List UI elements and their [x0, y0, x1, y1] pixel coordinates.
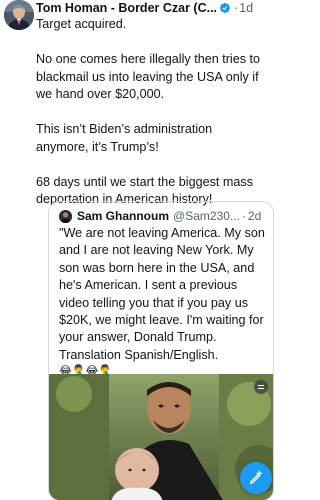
- quoted-author-avatar[interactable]: [59, 209, 72, 223]
- quoted-tweet[interactable]: Sam Ghannoum @Sam230... · 2d "We are not…: [48, 201, 274, 500]
- tweet-line-gap: [36, 34, 276, 52]
- quoted-tweet-header: Sam Ghannoum @Sam230... · 2d: [59, 208, 273, 224]
- tweet-line: anymore, it’s Trump’s!: [36, 139, 159, 154]
- tweet-timestamp[interactable]: 1d: [239, 0, 253, 16]
- quoted-line: video telling you that if you pay us: [59, 295, 249, 310]
- author-name[interactable]: Tom Homan - Border Czar (C...: [36, 0, 217, 16]
- quoted-line: "We are not leaving America. My son: [59, 226, 265, 240]
- quoted-line: he's American. I sent a previous: [59, 278, 238, 293]
- tweet-line: 68 days until we start the biggest mass: [36, 174, 254, 189]
- header-separator: ·: [234, 1, 239, 15]
- quoted-line: son was born here in the USA, and: [59, 260, 255, 275]
- tweet-line: blackmail us into leaving the USA only i…: [36, 69, 259, 84]
- tweet-text: Target acquired. No one comes here illeg…: [36, 16, 276, 209]
- profile-photo-icon: [4, 0, 34, 30]
- quoted-line: $20K, we might leave. I'm waiting for: [59, 313, 264, 328]
- tweet-line: Target acquired.: [36, 17, 127, 31]
- quoted-timestamp[interactable]: 2d: [248, 208, 261, 224]
- quoted-profile-photo-icon: [59, 209, 72, 223]
- tweet[interactable]: Tom Homan - Border Czar (C... · 1d Targe…: [0, 0, 279, 500]
- tweet-line-gap: [36, 156, 276, 174]
- compose-button[interactable]: [240, 462, 272, 494]
- more-options-icon[interactable]: [254, 380, 268, 394]
- tweet-line: This isn’t Biden’s administration: [36, 122, 213, 136]
- author-avatar[interactable]: [4, 0, 34, 30]
- quoted-tweet-text: "We are not leaving America. My son and …: [59, 225, 273, 378]
- quoted-author-handle[interactable]: @Sam230...: [173, 208, 240, 224]
- quoted-author-name[interactable]: Sam Ghannoum: [77, 208, 169, 224]
- quoted-line: Translation Spanish/English.: [59, 347, 219, 362]
- tweet-line-gap: [36, 104, 276, 122]
- compose-plus-icon: [250, 470, 262, 484]
- quoted-header-separator: ·: [241, 209, 246, 223]
- quoted-line: and I are not leaving New York. My: [59, 243, 254, 258]
- quoted-line: your answer, Donald Trump.: [59, 330, 217, 345]
- verified-badge-icon: [219, 2, 231, 14]
- tweet-line: we hand over $20,000.: [36, 87, 165, 101]
- tweet-line: No one comes here illegally then tries t…: [36, 52, 261, 66]
- tweet-header: Tom Homan - Border Czar (C... · 1d: [36, 0, 276, 16]
